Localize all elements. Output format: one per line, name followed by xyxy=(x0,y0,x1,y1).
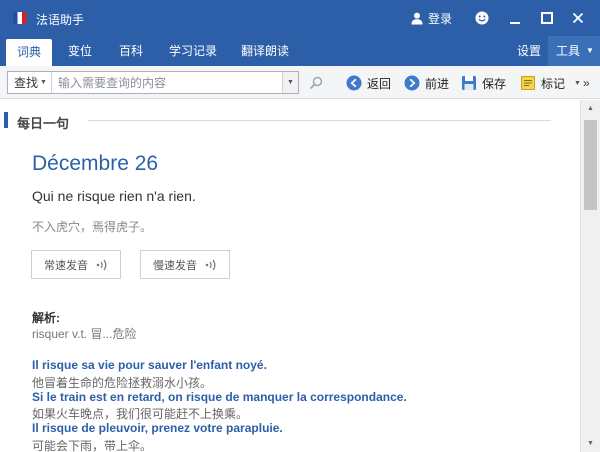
minimize-button[interactable] xyxy=(505,8,525,28)
save-icon xyxy=(462,76,476,90)
normal-speed-audio-button[interactable]: 常速发音 xyxy=(31,250,121,279)
vertical-scrollbar[interactable]: ▲ ▼ xyxy=(580,100,600,452)
login-label: 登录 xyxy=(428,11,453,26)
close-icon xyxy=(572,12,584,24)
example-chinese: 可能会下雨，带上伞。 xyxy=(32,439,153,452)
chevron-up-icon: ▲ xyxy=(587,105,594,112)
chevron-down-icon: ▼ xyxy=(587,440,594,447)
tab-study-records[interactable]: 学习记录 xyxy=(162,36,224,66)
tab-dictionary[interactable]: 词典 xyxy=(6,39,52,66)
daily-date: Décembre 26 xyxy=(32,152,159,175)
section-accent-bar xyxy=(4,112,8,128)
tools-label: 工具 xyxy=(556,44,581,58)
speaker-wave-icon xyxy=(205,259,216,270)
scroll-thumb[interactable] xyxy=(584,120,597,210)
example-french: Si le train est en retard, on risque de … xyxy=(32,390,407,404)
chevron-down-icon: ▼ xyxy=(586,46,594,55)
tab-conjugation[interactable]: 变位 xyxy=(58,36,102,66)
slow-speed-label: 慢速发音 xyxy=(153,259,197,272)
search-icon xyxy=(309,76,323,90)
app-title: 法语助手 xyxy=(36,13,85,27)
scroll-up-button[interactable]: ▲ xyxy=(581,100,600,117)
login-button[interactable]: 登录 xyxy=(411,9,452,27)
toolbar: 查找 ▼ ▼ 返回 前进 保存 xyxy=(0,66,600,99)
daily-sentence-panel: 每日一句 Décembre 26 Qui ne risque rien n'a … xyxy=(0,100,580,452)
tools-dropdown[interactable]: 工具 ▼ xyxy=(548,36,600,66)
speaker-wave-icon xyxy=(96,259,107,270)
scroll-down-button[interactable]: ▼ xyxy=(581,435,600,452)
example-french: Il risque de pleuvoir, prenez votre para… xyxy=(32,421,283,435)
double-chevron-right-icon: » xyxy=(582,76,590,90)
bookmark-button[interactable]: 标记 xyxy=(520,74,565,92)
back-button[interactable]: 返回 xyxy=(346,74,391,92)
note-icon xyxy=(521,76,535,90)
toolbar-more-button[interactable]: ▼ » xyxy=(574,74,590,92)
back-label: 返回 xyxy=(367,76,392,91)
example-chinese: 他冒着生命的危险拯救溺水小孩。 xyxy=(32,376,213,390)
chevron-down-icon: ▼ xyxy=(287,79,294,86)
example-chinese: 如果火车晚点，我们很可能赶不上换乘。 xyxy=(32,407,249,421)
search-input[interactable] xyxy=(52,72,282,93)
daily-translation: 不入虎穴，焉得虎子。 xyxy=(32,220,153,234)
back-arrow-icon xyxy=(346,75,362,91)
daily-phrase: Qui ne risque rien n'a rien. xyxy=(32,188,196,204)
analysis-text: risquer v.t. 冒...危险 xyxy=(32,327,137,341)
settings-button[interactable]: 设置 xyxy=(512,36,546,66)
feedback-button[interactable] xyxy=(472,8,492,28)
forward-arrow-icon xyxy=(404,75,420,91)
search-history-dropdown[interactable]: ▼ xyxy=(282,72,298,93)
minimize-icon xyxy=(510,22,520,24)
save-label: 保存 xyxy=(482,76,507,91)
save-button[interactable]: 保存 xyxy=(461,74,506,92)
main-tab-bar: 词典 变位 百科 学习记录 翻译朗读 设置 xyxy=(0,36,600,66)
forward-label: 前进 xyxy=(425,76,450,91)
app-logo-icon xyxy=(13,12,27,24)
user-icon xyxy=(411,12,423,24)
chevron-down-icon: ▼ xyxy=(40,79,47,86)
search-box: 查找 ▼ ▼ xyxy=(7,71,299,94)
smiley-icon xyxy=(475,11,489,25)
search-type-label: 查找 xyxy=(14,76,39,90)
normal-speed-label: 常速发音 xyxy=(44,259,88,272)
search-type-dropdown[interactable]: 查找 ▼ xyxy=(8,72,52,93)
slow-speed-audio-button[interactable]: 慢速发音 xyxy=(140,250,230,279)
analysis-label: 解析: xyxy=(32,311,60,325)
maximize-icon xyxy=(541,12,553,24)
search-button[interactable] xyxy=(309,74,323,92)
tab-encyclopedia[interactable]: 百科 xyxy=(110,36,152,66)
forward-button[interactable]: 前进 xyxy=(404,74,449,92)
maximize-button[interactable] xyxy=(537,8,557,28)
example-french: Il risque sa vie pour sauver l'enfant no… xyxy=(32,358,267,372)
title-bar: 法语助手 登录 xyxy=(0,0,600,36)
bookmark-label: 标记 xyxy=(541,76,566,91)
chevron-down-icon: ▼ xyxy=(574,79,581,87)
section-title: 每日一句 xyxy=(17,116,70,131)
section-divider xyxy=(88,120,551,121)
close-button[interactable] xyxy=(568,8,588,28)
tab-translate-read[interactable]: 翻译朗读 xyxy=(234,36,296,66)
